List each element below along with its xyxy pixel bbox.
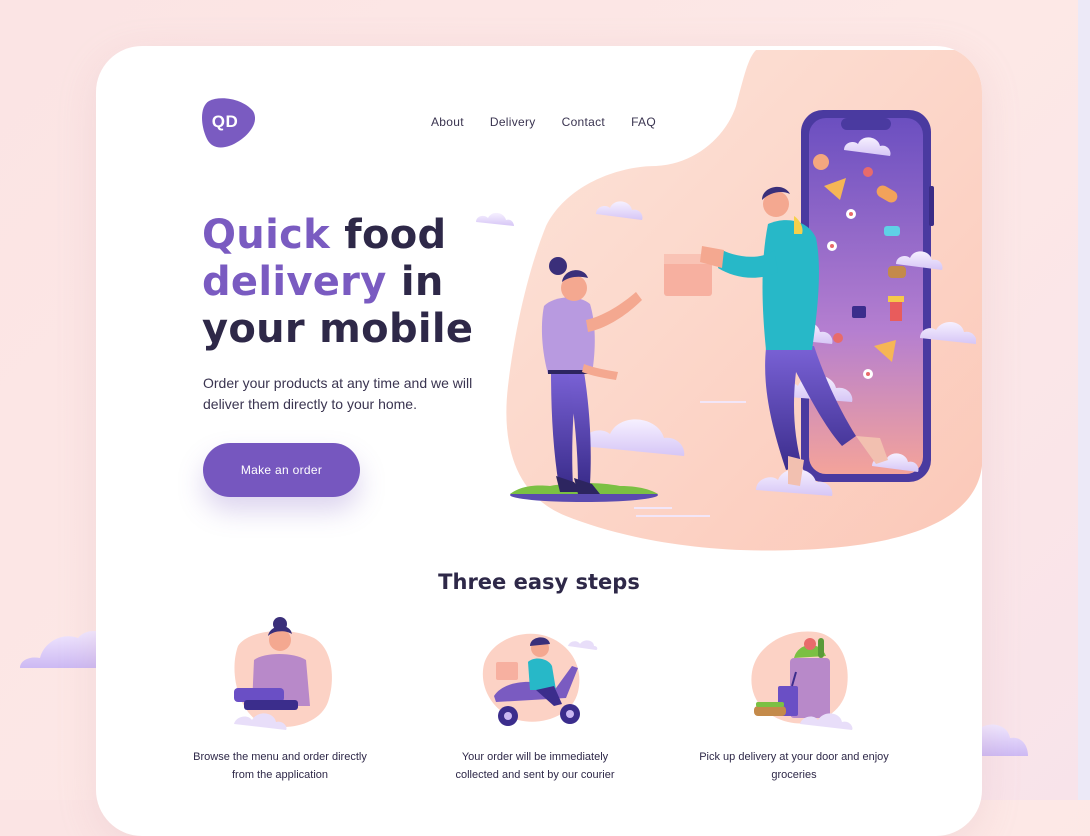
headline-text: your mobile — [202, 306, 474, 352]
landing-card: QD About Delivery Contact FAQ Quick food… — [96, 46, 982, 836]
nav-about[interactable]: About — [431, 115, 464, 129]
hero-headline: Quick food delivery in your mobile — [202, 212, 473, 353]
headline-text: food — [330, 212, 447, 258]
make-order-button[interactable]: Make an order — [203, 443, 360, 497]
logo-text: QD — [211, 112, 239, 131]
woman-figure — [541, 257, 642, 494]
step-1-text: Browse the menu and order directly from … — [193, 751, 367, 781]
headline-accent: Quick — [202, 212, 331, 258]
speed-lines — [634, 401, 746, 517]
hero-illustration — [476, 110, 976, 517]
headline-text: in — [386, 259, 444, 305]
grocery-bag-icon — [751, 631, 853, 730]
headline-accent: delivery — [202, 259, 387, 305]
courier-scooter-icon — [482, 633, 598, 726]
step-2-text: Your order will be immediately collected… — [455, 751, 615, 781]
step-3-text: Pick up delivery at your door and enjoy … — [699, 751, 889, 781]
hero-subtitle: Order your products at any time and we w… — [203, 375, 473, 412]
steps-title: Three easy steps — [438, 570, 640, 594]
person-laptop-icon — [234, 617, 332, 730]
window-edge-strip — [1078, 0, 1090, 800]
